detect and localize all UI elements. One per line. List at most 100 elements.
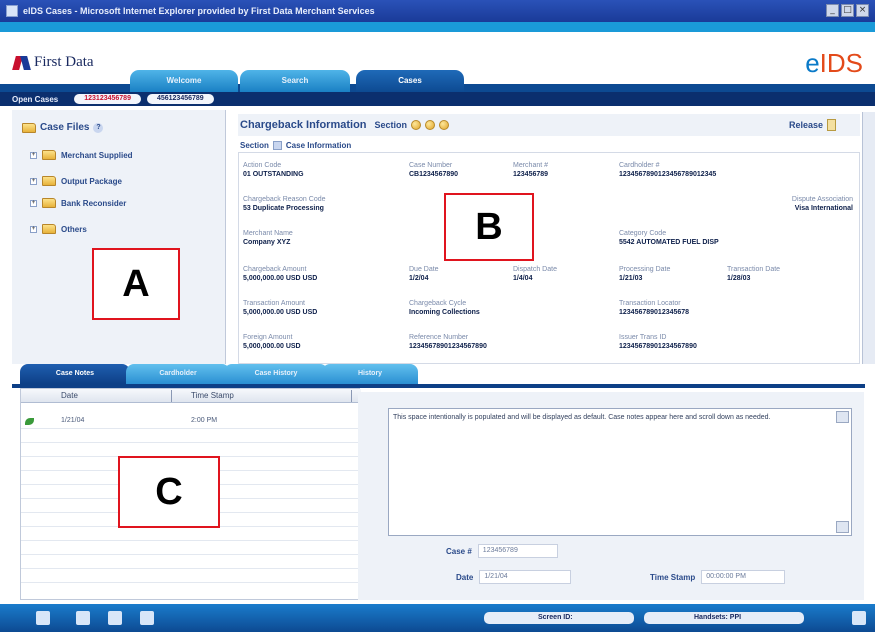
app-header: First Data eIDS Welcome Search Cases xyxy=(0,32,875,92)
table-row xyxy=(21,541,361,555)
expand-icon[interactable]: + xyxy=(30,199,37,207)
collapse-icon[interactable] xyxy=(272,140,282,150)
time-stamp-field[interactable]: 00:00:00 PM xyxy=(701,570,786,584)
table-row xyxy=(21,443,361,457)
print-icon[interactable] xyxy=(76,611,90,625)
logo-text: First Data xyxy=(34,54,94,70)
open-case-chip[interactable]: 456123456789 xyxy=(146,94,214,104)
tab-cases[interactable]: Cases xyxy=(356,70,464,92)
field-label: Chargeback Cycle xyxy=(409,300,467,307)
field-category-code: Category Code 5542 AUTOMATED FUEL DISP xyxy=(619,229,719,247)
annotation-label-b: B xyxy=(444,193,534,261)
field-value: 1/2/04 xyxy=(409,275,429,282)
date-label: Date xyxy=(456,572,474,582)
tree-item-others[interactable]: + Others xyxy=(30,224,87,234)
folder-icon xyxy=(42,150,56,160)
field-foreign-amount: Foreign Amount 5,000,000.00 USD xyxy=(243,333,301,351)
first-data-logo: First Data xyxy=(14,54,94,71)
field-label: Action Code xyxy=(243,162,282,169)
field-value: 123456789012345678 xyxy=(619,309,690,316)
field-label: Foreign Amount xyxy=(243,334,293,341)
column-divider[interactable] xyxy=(171,390,172,402)
scroll-up-button[interactable] xyxy=(836,411,849,423)
expand-icon[interactable]: + xyxy=(30,177,37,185)
field-value: 1/4/04 xyxy=(513,275,533,282)
section-2-icon[interactable] xyxy=(425,120,436,130)
field-transaction-date: Transaction Date 1/28/03 xyxy=(727,265,780,283)
save-icon[interactable] xyxy=(108,611,122,625)
document-icon xyxy=(827,119,836,131)
field-label: Category Code xyxy=(619,230,667,237)
tab-welcome[interactable]: Welcome xyxy=(130,70,238,92)
maximize-button[interactable]: □ xyxy=(841,4,854,17)
home-icon[interactable] xyxy=(36,611,50,625)
field-value: 1/21/03 xyxy=(619,275,643,282)
chargeback-header: Chargeback Information Section Release xyxy=(238,114,860,136)
field-chargeback-cycle: Chargeback Cycle Incoming Collections xyxy=(409,299,480,317)
release-button[interactable]: Release xyxy=(789,119,836,131)
case-number-label: Case # xyxy=(446,546,472,556)
field-value: Company XYZ xyxy=(243,239,291,246)
info-icon[interactable] xyxy=(852,611,866,625)
field-reason-code: Chargeback Reason Code 53 Duplicate Proce… xyxy=(243,195,326,213)
user-field: Handsets: PPI xyxy=(644,612,804,624)
help-icon[interactable]: ? xyxy=(93,122,104,133)
field-label: Case Number xyxy=(409,162,453,169)
tab-case-notes[interactable]: Case Notes xyxy=(20,364,130,384)
field-label: Merchant # xyxy=(513,162,549,169)
case-files-root[interactable]: Case Files ? xyxy=(22,122,104,133)
open-case-chip[interactable]: 123123456789 xyxy=(74,94,141,104)
column-divider[interactable] xyxy=(351,390,352,402)
field-label: Processing Date xyxy=(619,266,671,273)
field-value: 53 Duplicate Processing xyxy=(243,205,324,212)
help-icon[interactable] xyxy=(140,611,154,625)
table-row xyxy=(21,527,361,541)
tree-item-bank-reconsider[interactable]: + Bank Reconsider xyxy=(30,198,126,208)
note-detail-panel: This space intentionally is populated an… xyxy=(358,392,864,600)
field-label: Chargeback Reason Code xyxy=(243,196,326,203)
screen-id-field: Screen ID: xyxy=(484,612,634,624)
tree-item-merchant-supplied[interactable]: + Merchant Supplied xyxy=(30,150,133,160)
close-button[interactable]: × xyxy=(856,4,869,17)
column-header-time-stamp[interactable]: Time Stamp xyxy=(191,391,234,400)
section-1-icon[interactable] xyxy=(411,120,422,130)
folder-icon xyxy=(42,224,56,234)
case-files-label: Case Files xyxy=(40,122,90,133)
expand-icon[interactable]: + xyxy=(30,151,37,159)
right-scroll-strip[interactable] xyxy=(862,112,875,364)
case-number-field[interactable]: 123456789 xyxy=(477,544,558,558)
minimize-button[interactable]: _ xyxy=(826,4,839,17)
field-processing-date: Processing Date 1/21/03 xyxy=(619,265,670,283)
section-3-icon[interactable] xyxy=(439,120,450,130)
brand-e: e xyxy=(805,48,820,78)
table-row xyxy=(21,569,361,583)
tree-item-output-package[interactable]: + Output Package xyxy=(30,176,122,186)
table-row xyxy=(21,555,361,569)
date-field[interactable]: 1/21/04 xyxy=(479,570,572,584)
field-cardholder-number: Cardholder # 1234567890123456789012345 xyxy=(619,161,716,179)
first-data-logo-mark-icon xyxy=(14,56,30,70)
section-label: Section xyxy=(240,140,269,150)
tab-history[interactable]: History xyxy=(322,364,418,384)
time-stamp-label: Time Stamp xyxy=(650,572,696,582)
field-value: 1/28/03 xyxy=(727,275,751,282)
case-number-row: Case # 123456789 xyxy=(446,544,558,558)
field-value: 5,000,000.00 USD USD xyxy=(243,309,318,316)
tab-case-history[interactable]: Case History xyxy=(224,364,328,384)
column-header-date[interactable]: Date xyxy=(61,391,78,400)
note-text-area[interactable]: This space intentionally is populated an… xyxy=(388,408,852,536)
tab-search[interactable]: Search xyxy=(240,70,350,92)
field-value: Incoming Collections xyxy=(409,309,480,316)
folder-icon xyxy=(42,198,56,208)
field-label: Transaction Amount xyxy=(243,300,305,307)
case-information-header: Section Case Information xyxy=(240,138,858,152)
table-row[interactable]: 1/21/04 2:00 PM xyxy=(21,415,361,429)
field-label: Chargeback Amount xyxy=(243,266,307,273)
expand-icon[interactable]: + xyxy=(30,225,37,233)
tab-cardholder[interactable]: Cardholder xyxy=(126,364,230,384)
note-icon xyxy=(25,418,34,425)
table-row xyxy=(21,429,361,443)
window-title-bar: eIDS Cases - Microsoft Internet Explorer… xyxy=(0,0,875,22)
scroll-down-button[interactable] xyxy=(836,521,849,533)
case-information-label: Case Information xyxy=(285,140,352,150)
